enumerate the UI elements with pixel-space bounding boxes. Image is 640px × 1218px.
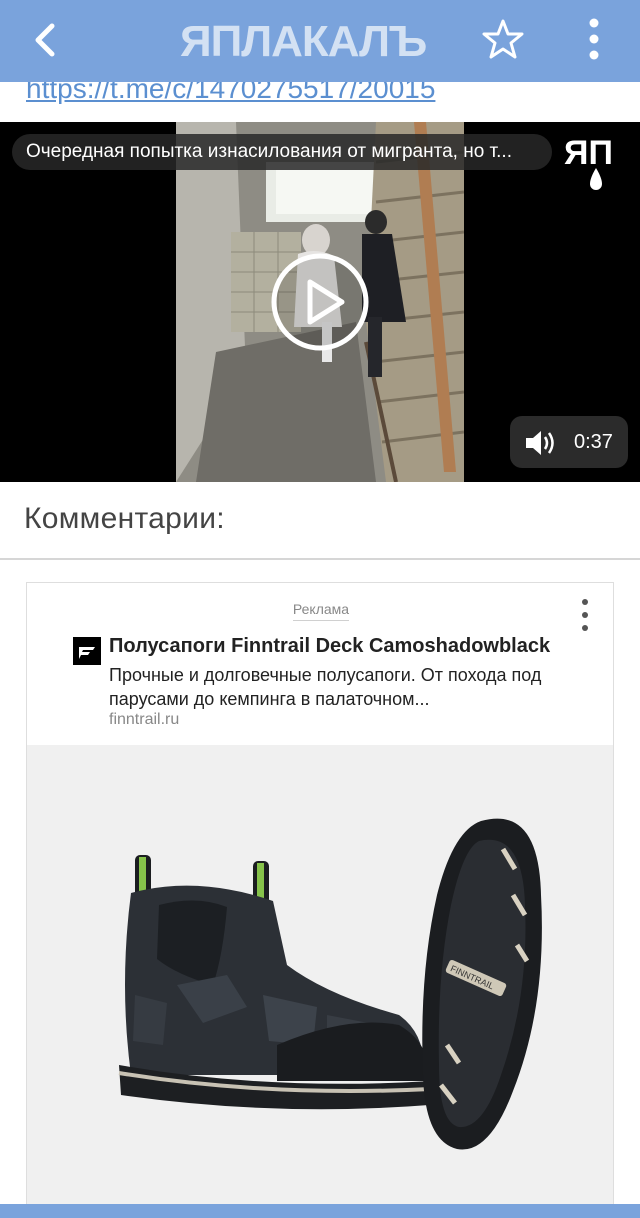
- ad-description[interactable]: Прочные и долговечные полусапоги. От пох…: [109, 663, 579, 711]
- chevron-left-icon[interactable]: [26, 18, 66, 62]
- kebab-menu-icon[interactable]: [578, 16, 610, 62]
- play-circle-icon[interactable]: [270, 252, 370, 352]
- comments-section-header: Комментарии:: [0, 482, 640, 560]
- svg-text:ЯП: ЯП: [564, 134, 613, 172]
- video-caption[interactable]: Очередная попытка изнасилования от мигра…: [12, 134, 552, 170]
- ad-card[interactable]: Реклама Полусапоги Finntrail Deck Camosh…: [26, 582, 614, 1206]
- channel-logo[interactable]: ЯП: [562, 132, 630, 194]
- video-duration: 0:37: [574, 431, 613, 453]
- star-outline-icon[interactable]: [482, 18, 524, 60]
- ad-title[interactable]: Полусапоги Finntrail Deck Camoshadowblac…: [109, 635, 550, 658]
- site-logo[interactable]: ЯПЛАКАЛЪ: [180, 16, 470, 64]
- video-player[interactable]: Очередная попытка изнасилования от мигра…: [0, 122, 640, 482]
- top-app-bar: ЯПЛАКАЛЪ: [0, 0, 640, 82]
- post-link-row: https://t.me/c/1470275517/20015: [0, 82, 640, 122]
- finntrail-logo-icon: [73, 637, 101, 665]
- video-duration-badge: 0:37: [510, 416, 628, 468]
- comments-heading: Комментарии:: [24, 502, 225, 535]
- ad-domain[interactable]: finntrail.ru: [109, 711, 179, 729]
- volume-icon[interactable]: [524, 428, 558, 458]
- telegram-link[interactable]: https://t.me/c/1470275517/20015: [26, 82, 435, 105]
- bottom-app-bar: [0, 1204, 640, 1218]
- svg-text:ЯПЛАКАЛЪ: ЯПЛАКАЛЪ: [180, 17, 426, 64]
- ad-label: Реклама: [27, 601, 613, 621]
- boot-image[interactable]: FINNTRAIL: [27, 745, 614, 1206]
- kebab-menu-icon[interactable]: [577, 597, 593, 633]
